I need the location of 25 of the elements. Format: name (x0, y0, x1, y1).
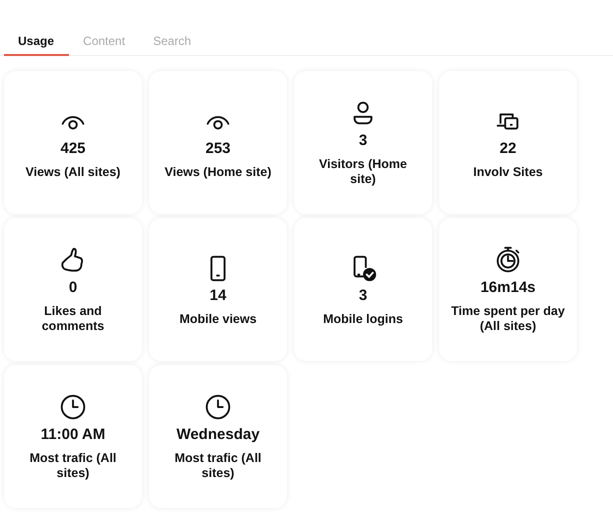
stat-label: Most trafic (All sites) (28, 451, 118, 481)
stat-label: Time spent per day (All sites) (450, 304, 566, 334)
clock-icon (58, 392, 88, 422)
stat-label: Involv Sites (473, 164, 543, 180)
stat-value: 22 (500, 140, 516, 156)
tab[interactable]: Search (139, 28, 206, 56)
stat-value: 16m14s (480, 279, 536, 296)
stat-value: 0 (68, 279, 78, 296)
stat-label: Most trafic (All sites) (174, 451, 262, 481)
stat-value: 14 (210, 286, 226, 304)
stat-value: 11:00 AM (40, 426, 106, 443)
clock-icon (203, 392, 233, 422)
tab[interactable]: Usage (4, 28, 70, 56)
stat-value: Wednesday (176, 426, 260, 443)
stat-label: Mobile views (179, 312, 257, 326)
stat-value: 425 (60, 140, 86, 156)
stat-label: Visitors (Home site) (318, 157, 408, 187)
stat-label: Likes and comments (40, 304, 106, 334)
tab[interactable]: Content (69, 28, 140, 56)
stat-value: 3 (358, 286, 368, 304)
stat-value: 253 (205, 140, 231, 156)
stat-label: Views (Home site) (164, 164, 272, 180)
stat-label: Views (All sites) (26, 164, 120, 180)
stat-label: Mobile logins (323, 312, 403, 326)
stat-value: 3 (358, 132, 368, 149)
